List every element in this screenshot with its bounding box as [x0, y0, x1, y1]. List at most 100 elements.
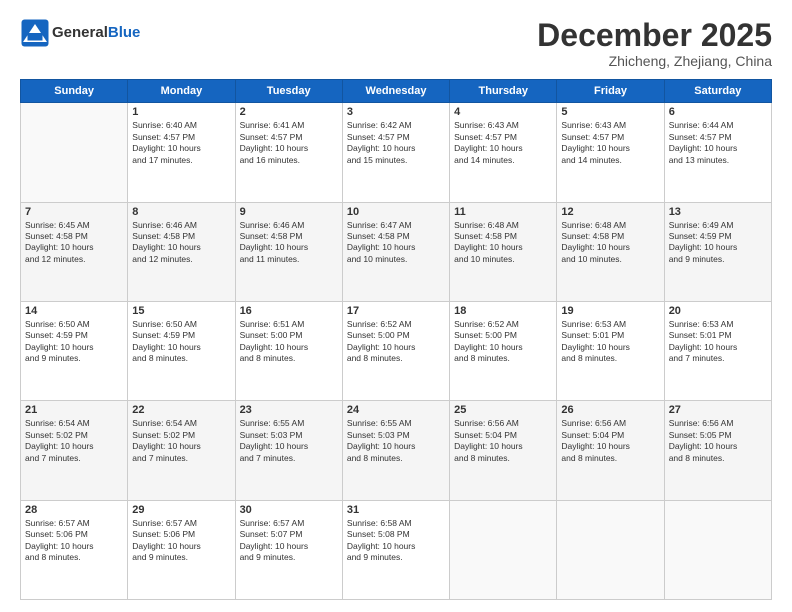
day-info: Sunrise: 6:57 AM Sunset: 5:06 PM Dayligh… — [25, 518, 123, 564]
day-number: 2 — [240, 106, 338, 118]
day-number: 7 — [25, 206, 123, 218]
day-number: 6 — [669, 106, 767, 118]
day-number: 20 — [669, 305, 767, 317]
table-row: 18Sunrise: 6:52 AM Sunset: 5:00 PM Dayli… — [450, 301, 557, 400]
day-info: Sunrise: 6:48 AM Sunset: 4:58 PM Dayligh… — [454, 220, 552, 266]
day-info: Sunrise: 6:53 AM Sunset: 5:01 PM Dayligh… — [669, 319, 767, 365]
day-info: Sunrise: 6:47 AM Sunset: 4:58 PM Dayligh… — [347, 220, 445, 266]
day-info: Sunrise: 6:56 AM Sunset: 5:04 PM Dayligh… — [561, 418, 659, 464]
calendar-week-row: 14 Sunrise: 6:50 AM Sunset: 4:59 PM Dayli… — [21, 301, 772, 400]
day-number: 10 — [347, 206, 445, 218]
table-row: 12Sunrise: 6:48 AM Sunset: 4:58 PM Dayli… — [557, 202, 664, 301]
table-row: 23 Sunrise: 6:55 AM Sunset: 5:03 PM Dayli… — [235, 401, 342, 500]
table-row: 28 Sunrise: 6:57 AM Sunset: 5:06 PM Dayli… — [21, 500, 128, 599]
day-number: 15 — [132, 305, 230, 317]
day-info: Sunrise: 6:55 AM Sunset: 5:03 PM Dayligh… — [347, 418, 445, 464]
table-row: 17 Sunrise: 6:52 AM Sunset: 5:00 PM Dayli… — [342, 301, 449, 400]
table-row: 2 Sunrise: 6:41 AM Sunset: 4:57 PM Daylig… — [235, 103, 342, 202]
day-number: 3 — [347, 106, 445, 118]
header: GeneralBlue December 2025 Zhicheng, Zhej… — [20, 18, 772, 69]
day-info: Sunrise: 6:42 AM Sunset: 4:57 PM Dayligh… — [347, 120, 445, 166]
day-info: Sunrise: 6:58 AM Sunset: 5:08 PM Dayligh… — [347, 518, 445, 564]
month-title: December 2025 — [537, 18, 772, 53]
day-number: 22 — [132, 404, 230, 416]
day-number: 30 — [240, 504, 338, 516]
table-row: 13 Sunrise: 6:49 AM Sunset: 4:59 PM Dayli… — [664, 202, 771, 301]
day-info: Sunrise: 6:56 AM Sunset: 5:05 PM Dayligh… — [669, 418, 767, 464]
table-row: 11 Sunrise: 6:48 AM Sunset: 4:58 PM Dayli… — [450, 202, 557, 301]
table-row: 1Sunrise: 6:40 AM Sunset: 4:57 PM Daylig… — [128, 103, 235, 202]
table-row: 21 Sunrise: 6:54 AM Sunset: 5:02 PM Dayli… — [21, 401, 128, 500]
table-row: 25 Sunrise: 6:56 AM Sunset: 5:04 PM Dayli… — [450, 401, 557, 500]
table-row: 31 Sunrise: 6:58 AM Sunset: 5:08 PM Dayli… — [342, 500, 449, 599]
header-tuesday: Tuesday — [235, 80, 342, 103]
day-number: 23 — [240, 404, 338, 416]
day-info: Sunrise: 6:56 AM Sunset: 5:04 PM Dayligh… — [454, 418, 552, 464]
table-row: 3 Sunrise: 6:42 AM Sunset: 4:57 PM Daylig… — [342, 103, 449, 202]
header-sunday: Sunday — [21, 80, 128, 103]
day-number: 27 — [669, 404, 767, 416]
day-number: 28 — [25, 504, 123, 516]
table-row — [21, 103, 128, 202]
day-number: 17 — [347, 305, 445, 317]
day-info: Sunrise: 6:53 AM Sunset: 5:01 PM Dayligh… — [561, 319, 659, 365]
day-info: Sunrise: 6:41 AM Sunset: 4:57 PM Dayligh… — [240, 120, 338, 166]
table-row — [664, 500, 771, 599]
header-saturday: Saturday — [664, 80, 771, 103]
title-block: December 2025 Zhicheng, Zhejiang, China — [537, 18, 772, 69]
table-row: 6 Sunrise: 6:44 AM Sunset: 4:57 PM Daylig… — [664, 103, 771, 202]
day-number: 18 — [454, 305, 552, 317]
table-row: 24 Sunrise: 6:55 AM Sunset: 5:03 PM Dayli… — [342, 401, 449, 500]
day-number: 31 — [347, 504, 445, 516]
location: Zhicheng, Zhejiang, China — [537, 53, 772, 69]
day-number: 11 — [454, 206, 552, 218]
days-header-row: Sunday Monday Tuesday Wednesday Thursday… — [21, 80, 772, 103]
table-row: 7Sunrise: 6:45 AM Sunset: 4:58 PM Daylig… — [21, 202, 128, 301]
day-number: 9 — [240, 206, 338, 218]
day-number: 4 — [454, 106, 552, 118]
day-number: 26 — [561, 404, 659, 416]
day-number: 21 — [25, 404, 123, 416]
day-number: 12 — [561, 206, 659, 218]
header-thursday: Thursday — [450, 80, 557, 103]
day-info: Sunrise: 6:54 AM Sunset: 5:02 PM Dayligh… — [25, 418, 123, 464]
day-info: Sunrise: 6:50 AM Sunset: 4:59 PM Dayligh… — [25, 319, 123, 365]
day-info: Sunrise: 6:46 AM Sunset: 4:58 PM Dayligh… — [132, 220, 230, 266]
calendar-table: Sunday Monday Tuesday Wednesday Thursday… — [20, 79, 772, 600]
day-number: 29 — [132, 504, 230, 516]
table-row: 19 Sunrise: 6:53 AM Sunset: 5:01 PM Dayli… — [557, 301, 664, 400]
day-number: 13 — [669, 206, 767, 218]
table-row: 26 Sunrise: 6:56 AM Sunset: 5:04 PM Dayli… — [557, 401, 664, 500]
header-friday: Friday — [557, 80, 664, 103]
day-info: Sunrise: 6:51 AM Sunset: 5:00 PM Dayligh… — [240, 319, 338, 365]
day-number: 16 — [240, 305, 338, 317]
table-row: 4 Sunrise: 6:43 AM Sunset: 4:57 PM Daylig… — [450, 103, 557, 202]
day-info: Sunrise: 6:50 AM Sunset: 4:59 PM Dayligh… — [132, 319, 230, 365]
table-row: 27 Sunrise: 6:56 AM Sunset: 5:05 PM Dayli… — [664, 401, 771, 500]
calendar-week-row: 21 Sunrise: 6:54 AM Sunset: 5:02 PM Dayli… — [21, 401, 772, 500]
table-row — [557, 500, 664, 599]
table-row: 9Sunrise: 6:46 AM Sunset: 4:58 PM Daylig… — [235, 202, 342, 301]
table-row: 29Sunrise: 6:57 AM Sunset: 5:06 PM Dayli… — [128, 500, 235, 599]
day-info: Sunrise: 6:44 AM Sunset: 4:57 PM Dayligh… — [669, 120, 767, 166]
day-info: Sunrise: 6:49 AM Sunset: 4:59 PM Dayligh… — [669, 220, 767, 266]
header-wednesday: Wednesday — [342, 80, 449, 103]
day-info: Sunrise: 6:43 AM Sunset: 4:57 PM Dayligh… — [454, 120, 552, 166]
logo: GeneralBlue — [20, 18, 140, 48]
table-row: 16 Sunrise: 6:51 AM Sunset: 5:00 PM Dayli… — [235, 301, 342, 400]
table-row: 20 Sunrise: 6:53 AM Sunset: 5:01 PM Dayli… — [664, 301, 771, 400]
calendar-week-row: 28 Sunrise: 6:57 AM Sunset: 5:06 PM Dayli… — [21, 500, 772, 599]
calendar-week-row: 7Sunrise: 6:45 AM Sunset: 4:58 PM Daylig… — [21, 202, 772, 301]
day-number: 25 — [454, 404, 552, 416]
table-row: 15 Sunrise: 6:50 AM Sunset: 4:59 PM Dayli… — [128, 301, 235, 400]
header-monday: Monday — [128, 80, 235, 103]
day-number: 14 — [25, 305, 123, 317]
day-number: 19 — [561, 305, 659, 317]
day-info: Sunrise: 6:52 AM Sunset: 5:00 PM Dayligh… — [347, 319, 445, 365]
table-row: 30Sunrise: 6:57 AM Sunset: 5:07 PM Dayli… — [235, 500, 342, 599]
logo-blue: Blue — [108, 24, 141, 41]
day-number: 24 — [347, 404, 445, 416]
table-row: 8Sunrise: 6:46 AM Sunset: 4:58 PM Daylig… — [128, 202, 235, 301]
day-info: Sunrise: 6:55 AM Sunset: 5:03 PM Dayligh… — [240, 418, 338, 464]
day-number: 1 — [132, 106, 230, 118]
